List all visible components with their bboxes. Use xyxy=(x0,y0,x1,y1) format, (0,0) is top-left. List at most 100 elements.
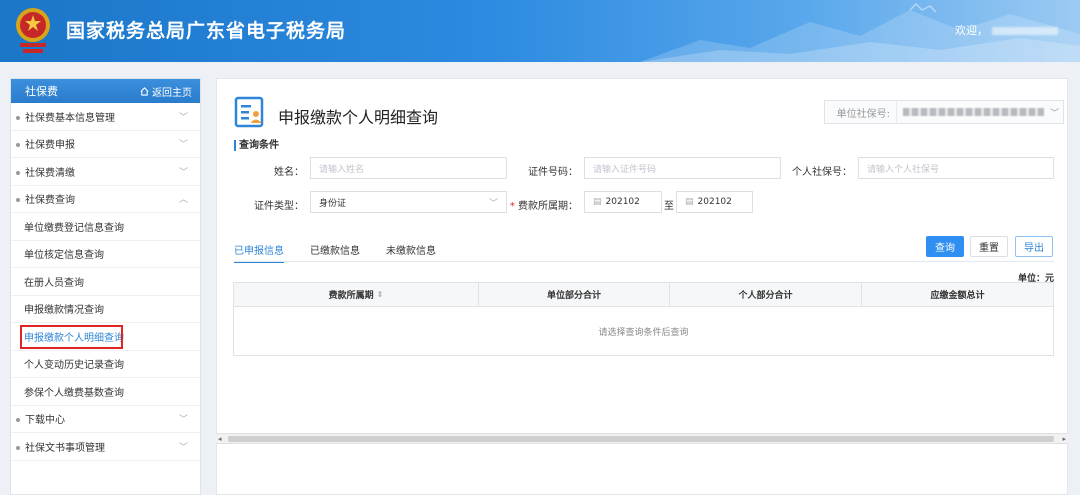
sidebar-item-label: 社保费基本信息管理 xyxy=(25,112,115,124)
scrollbar-thumb[interactable] xyxy=(228,436,1054,442)
sidebar-item-label: 社保费清缴 xyxy=(25,167,75,179)
period-to-label: 至 xyxy=(664,201,674,212)
bullet-icon xyxy=(16,115,20,120)
chevron-down-icon: ﹀ xyxy=(178,442,188,453)
idtype-select[interactable]: 身份证 ﹀ xyxy=(310,191,507,213)
bullet-icon xyxy=(16,418,20,423)
highlight-box xyxy=(20,325,123,349)
sidebar-subitem-label: 在册人员查询 xyxy=(24,277,84,289)
reset-button[interactable]: 重置 xyxy=(970,236,1008,257)
column-header-label: 单位部分合计 xyxy=(546,291,601,301)
chevron-down-icon: ﹀ xyxy=(488,198,498,209)
name-label: 姓名： xyxy=(274,167,304,178)
sidebar-item-label: 社保费申报 xyxy=(25,140,75,152)
period-end-value: 202102 xyxy=(697,197,732,207)
sidebar-item-payment[interactable]: 社保费清缴 ﹀ xyxy=(11,158,200,186)
sidebar-subitem-declaration-status[interactable]: 申报缴款情况查询 xyxy=(11,296,200,323)
calendar-icon: ▤ xyxy=(593,197,602,207)
sidebar-item-documents[interactable]: 社保文书事项管理 ﹀ xyxy=(11,433,200,461)
scroll-left-icon[interactable]: ◂ xyxy=(218,434,222,444)
tab-paid[interactable]: 已缴款信息 xyxy=(310,242,360,263)
tab-divider xyxy=(234,261,1054,262)
chevron-down-icon: ﹀ xyxy=(178,112,188,123)
sidebar-item-download-center[interactable]: 下载中心 ﹀ xyxy=(11,406,200,433)
sidebar-subitem-unit-registration[interactable]: 单位缴费登记信息查询 xyxy=(11,213,200,241)
column-header-period[interactable]: 费款所属期 ⇕ xyxy=(234,283,479,306)
idtype-label: 证件类型： xyxy=(254,201,304,212)
sidebar-subitem-personal-detail[interactable]: 申报缴款个人明细查询 xyxy=(11,323,200,351)
bullet-icon xyxy=(16,170,20,175)
redacted-username xyxy=(992,27,1058,35)
column-header-label: 应缴金额总计 xyxy=(930,291,985,301)
sidebar-subitem-enrolled-staff[interactable]: 在册人员查询 xyxy=(11,268,200,296)
name-input[interactable]: 请输入姓名 xyxy=(310,157,507,179)
sidebar-subitem-label: 单位核定信息查询 xyxy=(24,250,104,262)
unit-ss-number-select[interactable]: 单位社保号: ﹀ xyxy=(824,100,1064,124)
idno-label: 证件号码： xyxy=(528,167,578,178)
unit-ss-label: 单位社保号: xyxy=(825,101,897,123)
query-button[interactable]: 查询 xyxy=(926,236,964,257)
sort-icon[interactable]: ⇕ xyxy=(377,290,384,299)
chevron-down-icon: ﹀ xyxy=(1049,108,1059,119)
chevron-down-icon: ﹀ xyxy=(178,167,188,178)
bullet-icon xyxy=(16,143,20,148)
sidebar-subitem-change-history[interactable]: 个人变动历史记录查询 xyxy=(11,351,200,378)
idno-input[interactable]: 请输入证件号码 xyxy=(584,157,781,179)
scroll-right-icon[interactable]: ▸ xyxy=(1062,434,1066,444)
site-title: 国家税务总局广东省电子税务局 xyxy=(66,20,347,42)
export-button[interactable]: 导出 xyxy=(1015,236,1053,257)
empty-state: 请选择查询条件后查询 xyxy=(598,327,689,338)
sidebar-subitem-label: 申报缴款情况查询 xyxy=(24,305,104,317)
sidebar-title: 社保费 xyxy=(25,85,58,98)
calendar-icon: ▤ xyxy=(685,197,694,207)
page-title: 申报缴款个人明细查询 xyxy=(278,108,439,127)
period-label-wrap: * 费款所属期： xyxy=(508,197,578,212)
personal-ss-label: 个人社保号： xyxy=(792,167,852,178)
home-icon xyxy=(140,86,149,96)
bullet-icon xyxy=(16,198,20,203)
sidebar-item-label: 社保文书事项管理 xyxy=(25,442,105,454)
column-header-label: 个人部分合计 xyxy=(738,291,793,301)
sidebar-subitem-contribution-base[interactable]: 参保个人缴费基数查询 xyxy=(11,378,200,406)
personal-ss-input[interactable]: 请输入个人社保号 xyxy=(858,157,1054,179)
redacted-unit-ss-value xyxy=(903,108,1044,116)
sidebar-item-basic-info[interactable]: 社保费基本信息管理 ﹀ xyxy=(11,103,200,131)
column-header-amount-due: 应缴金额总计 xyxy=(862,283,1053,306)
chevron-down-icon: ﹀ xyxy=(178,415,188,426)
sidebar-header: 社保费 返回主页 xyxy=(11,79,200,103)
column-header-unit-total: 单位部分合计 xyxy=(479,283,670,306)
sidebar-subitem-label: 参保个人缴费基数查询 xyxy=(24,387,124,399)
period-start-value: 202102 xyxy=(605,197,640,207)
horizontal-scrollbar[interactable]: ◂ ▸ xyxy=(216,433,1068,444)
result-tabs: 已申报信息 已缴款信息 未缴款信息 xyxy=(234,242,462,263)
column-header-personal-total: 个人部分合计 xyxy=(670,283,862,306)
home-link-label: 返回主页 xyxy=(152,87,192,99)
sidebar-subitem-unit-verification[interactable]: 单位核定信息查询 xyxy=(11,241,200,268)
sidebar-item-label: 下载中心 xyxy=(25,415,65,427)
chevron-up-icon: ︿ xyxy=(178,195,188,206)
sidebar-subitem-label: 单位缴费登记信息查询 xyxy=(24,222,124,234)
period-start-input[interactable]: ▤ 202102 xyxy=(584,191,662,213)
sidebar-item-declaration[interactable]: 社保费申报 ﹀ xyxy=(11,131,200,158)
top-header: 国家税务总局广东省电子税务局 欢迎， xyxy=(0,0,1080,62)
home-link[interactable]: 返回主页 xyxy=(140,84,192,99)
period-end-input[interactable]: ▤ 202102 xyxy=(676,191,753,213)
document-person-icon xyxy=(234,96,264,128)
chevron-down-icon: ﹀ xyxy=(178,140,188,151)
tab-unpaid[interactable]: 未缴款信息 xyxy=(386,242,436,263)
tab-declared[interactable]: 已申报信息 xyxy=(234,242,284,263)
table-header: 费款所属期 ⇕ 单位部分合计 个人部分合计 应缴金额总计 xyxy=(234,283,1053,307)
national-emblem-icon xyxy=(16,8,50,53)
welcome-text: 欢迎， xyxy=(955,24,988,37)
column-header-label: 费款所属期 xyxy=(328,291,374,301)
welcome-user: 欢迎， xyxy=(955,22,1058,38)
period-label: 费款所属期： xyxy=(518,201,578,212)
section-label: 查询条件 xyxy=(234,140,279,151)
idtype-value: 身份证 xyxy=(319,198,347,209)
sidebar: 社保费 返回主页 社保费基本信息管理 ﹀ 社保费申报 ﹀ 社保费清缴 ﹀ 社保费查询 ︿… xyxy=(10,78,201,495)
sidebar-item-query[interactable]: 社保费查询 ︿ xyxy=(11,186,200,213)
bullet-icon xyxy=(16,445,20,450)
result-table: 费款所属期 ⇕ 单位部分合计 个人部分合计 应缴金额总计 请选择查询条件后查询 xyxy=(233,282,1054,356)
sidebar-item-label: 社保费查询 xyxy=(25,195,75,207)
required-mark: * xyxy=(509,201,515,212)
